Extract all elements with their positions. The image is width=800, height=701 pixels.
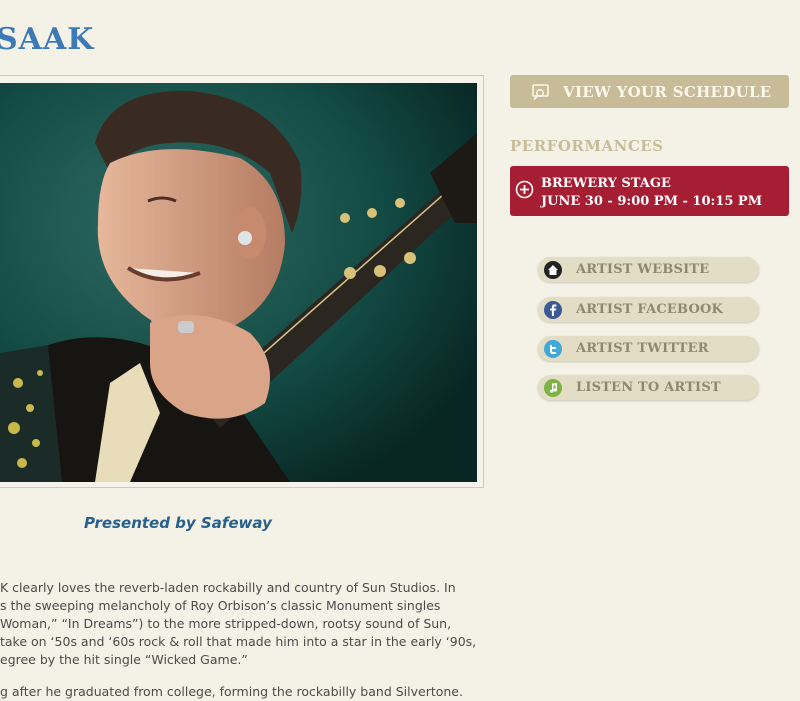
artist-twitter-link[interactable]: ARTIST TWITTER	[538, 336, 759, 361]
performance-card[interactable]: BREWERY STAGE JUNE 30 - 9:00 PM - 10:15 …	[510, 166, 789, 216]
bio-line: take on ‘50s and ‘60s rock & roll that m…	[0, 634, 477, 649]
artist-name-title: SAAK	[0, 22, 95, 57]
bio-line: g after he graduated from college, formi…	[0, 684, 463, 699]
artist-facebook-label: ARTIST FACEBOOK	[576, 302, 723, 317]
home-icon	[544, 260, 562, 279]
bio-line: K clearly loves the reverb-laden rockabi…	[0, 580, 456, 595]
performance-stage: BREWERY STAGE	[541, 176, 671, 191]
artist-photo	[0, 83, 477, 482]
artist-facebook-link[interactable]: ARTIST FACEBOOK	[538, 297, 759, 322]
bio-line: egree by the hit single “Wicked Game.”	[0, 652, 248, 667]
listen-to-artist-link[interactable]: LISTEN TO ARTIST	[538, 375, 759, 400]
add-to-schedule-icon[interactable]	[515, 180, 534, 199]
artist-bio: K clearly loves the reverb-laden rockabi…	[0, 579, 480, 701]
presented-by-sponsor: Presented by Safeway	[84, 514, 272, 532]
performances-heading: PERFORMANCES	[510, 137, 664, 155]
view-schedule-button[interactable]: VIEW YOUR SCHEDULE	[510, 75, 789, 108]
artist-website-link[interactable]: ARTIST WEBSITE	[538, 257, 759, 282]
performance-time: JUNE 30 - 9:00 PM - 10:15 PM	[541, 194, 763, 209]
artist-twitter-label: ARTIST TWITTER	[576, 341, 709, 356]
artist-website-label: ARTIST WEBSITE	[576, 262, 710, 277]
music-note-icon	[544, 378, 562, 397]
bio-line: s the sweeping melancholy of Roy Orbison…	[0, 598, 441, 613]
listen-to-artist-label: LISTEN TO ARTIST	[576, 380, 721, 395]
bio-line: Woman,” “In Dreams”) to the more strippe…	[0, 616, 452, 631]
twitter-icon	[544, 339, 562, 358]
schedule-icon	[532, 83, 549, 100]
artist-photo-illustration	[0, 83, 477, 482]
view-schedule-label: VIEW YOUR SCHEDULE	[563, 82, 772, 101]
facebook-icon	[544, 300, 562, 319]
